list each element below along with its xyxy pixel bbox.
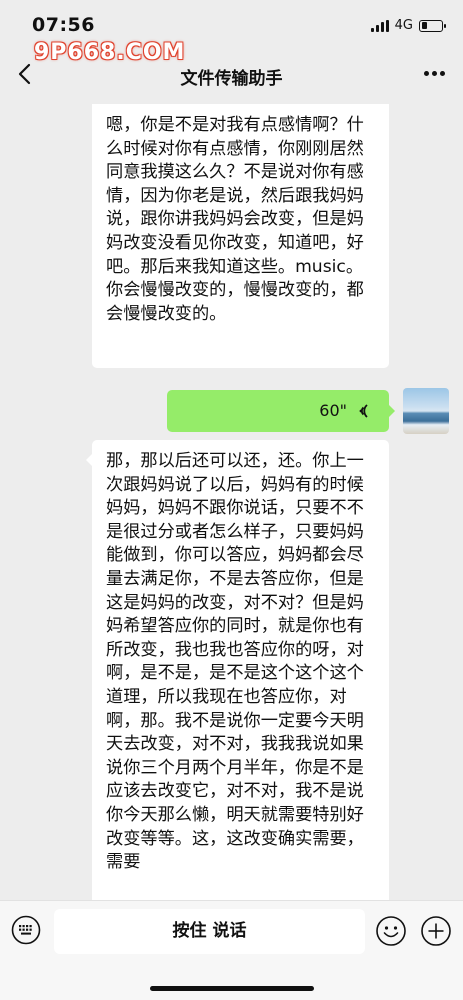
emoji-icon[interactable]	[375, 915, 407, 947]
chat-message-list[interactable]: 嗯，你是不是对我有点感情啊？什么时候对你有点感情，你刚刚居然同意我摸这么久？不是…	[0, 104, 463, 900]
hold-to-talk-button[interactable]: 按住 说话	[54, 909, 365, 954]
keyboard-icon[interactable]	[11, 915, 41, 945]
more-options-icon[interactable]	[424, 71, 445, 76]
signal-icon	[370, 19, 389, 32]
status-time: 07:56	[32, 14, 95, 36]
voice-message-bubble[interactable]: 60"	[167, 390, 395, 432]
chat-title: 文件传输助手	[180, 69, 283, 89]
battery-icon	[419, 19, 446, 32]
status-indicators: 4G	[370, 18, 446, 33]
network-label: 4G	[394, 18, 413, 33]
voice-duration: 60"	[319, 401, 347, 420]
voice-wave-icon	[359, 404, 368, 418]
input-bar: 按住 说话	[0, 900, 463, 1000]
text-message-bubble[interactable]: 那，那以后还可以还，还。你上一次跟妈妈说了以后，妈妈有的时候妈妈，妈妈不跟你说话…	[86, 440, 389, 900]
plus-icon[interactable]	[420, 915, 452, 947]
text-message-bubble[interactable]: 嗯，你是不是对我有点感情啊？什么时候对你有点感情，你刚刚居然同意我摸这么久？不是…	[92, 104, 389, 368]
avatar[interactable]	[403, 388, 449, 434]
home-indicator	[150, 986, 314, 991]
watermark-logo: 9P668.COM	[34, 40, 186, 65]
